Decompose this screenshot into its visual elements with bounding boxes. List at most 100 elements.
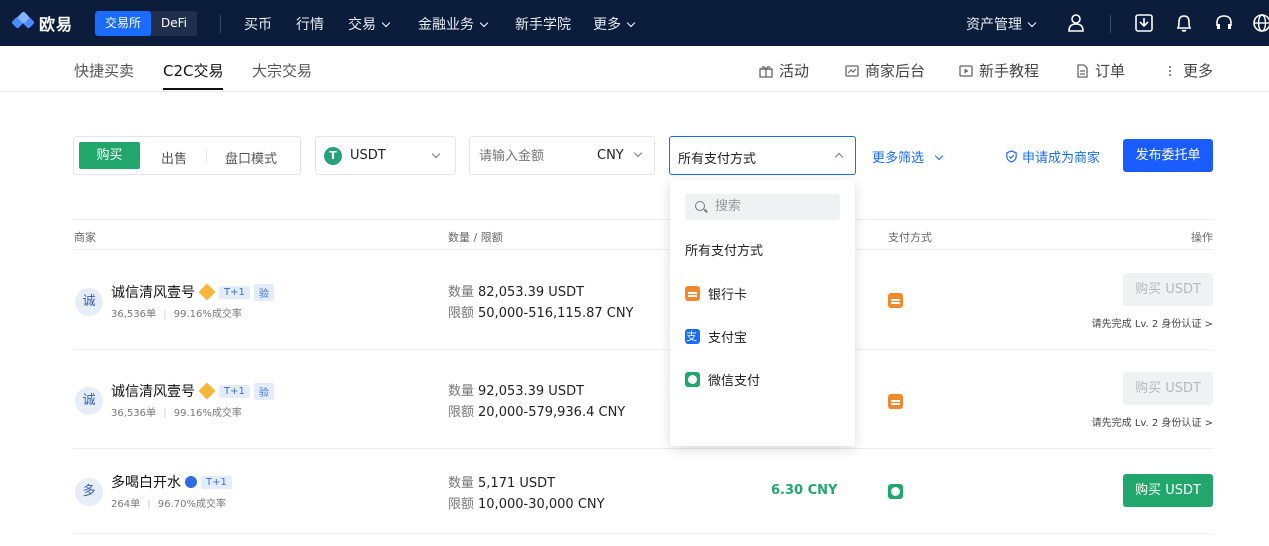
divider	[206, 148, 207, 164]
globe-icon[interactable]	[1252, 13, 1269, 33]
option-alipay[interactable]: 支付宝	[685, 327, 747, 346]
logo[interactable]: 欧易	[11, 11, 74, 34]
tab-buy[interactable]: 购买	[79, 142, 140, 169]
gift-icon	[759, 65, 773, 78]
tab-sell[interactable]: 出售	[161, 148, 187, 167]
user-icon[interactable]	[1066, 13, 1086, 33]
tab-c2c[interactable]: C2C交易	[163, 60, 224, 81]
quantity: 数量 82,053.39 USDT	[448, 285, 585, 300]
nav-trade[interactable]: 交易	[348, 14, 391, 34]
chart-window-icon	[845, 64, 859, 77]
divider	[1110, 15, 1111, 33]
tab-block-trade[interactable]: 大宗交易	[252, 60, 312, 81]
merchant-name[interactable]: 诚信清风壹号 T+1 验	[111, 282, 274, 302]
document-icon	[1077, 63, 1088, 78]
tab-quick-trade[interactable]: 快捷买卖	[74, 60, 134, 81]
divider	[220, 15, 221, 33]
play-icon	[959, 64, 973, 77]
active-tab-indicator	[163, 88, 223, 90]
badge-verified: 验	[253, 382, 274, 400]
quantity: 数量 92,053.39 USDT	[448, 384, 585, 399]
header-action: 操作	[1191, 231, 1213, 244]
trade-side-switch: 购买 出售 盘口模式	[73, 136, 301, 175]
tether-icon: T	[324, 147, 342, 165]
bank-card-icon	[888, 293, 903, 308]
option-all-payments[interactable]: 所有支付方式	[685, 240, 763, 259]
kyc-link[interactable]: 请先完成 Lv. 2 身份认证 >	[1092, 315, 1213, 330]
chevron-down-icon	[381, 18, 391, 28]
tab-orderbook-mode[interactable]: 盘口模式	[225, 148, 277, 167]
payment-method-select[interactable]: 所有支付方式	[669, 136, 856, 175]
table-row: 多 多喝白开水 T+1 264单 | 96.70%成交率 数量 5,171 USD…	[73, 449, 1213, 534]
nav-finance[interactable]: 金融业务	[418, 14, 489, 34]
payment-method-value: 所有支付方式	[678, 152, 757, 167]
dropdown-search[interactable]: 搜索	[685, 194, 840, 220]
chevron-down-icon	[1027, 18, 1037, 28]
table-header: 商家 数量 / 限额 支付方式 操作	[73, 219, 1213, 250]
top-nav: 欧易 交易所 DeFi 买币 行情 交易 金融业务 新手学院 更多 资产管理	[0, 0, 1269, 46]
avatar: 多	[75, 478, 103, 506]
buy-usdt-button[interactable]: 购买 USDT	[1123, 474, 1213, 507]
headset-icon[interactable]	[1214, 13, 1234, 33]
merchant-name[interactable]: 诚信清风壹号 T+1 验	[111, 381, 274, 401]
amount-input[interactable]	[479, 146, 589, 166]
shield-check-icon	[1006, 150, 1017, 163]
logo-text: 欧易	[39, 15, 74, 34]
buy-usdt-button[interactable]: 购买 USDT	[1123, 273, 1213, 306]
wechat-pay-icon	[888, 484, 903, 499]
option-wechat-pay[interactable]: 微信支付	[685, 370, 760, 389]
more-filters-link[interactable]: 更多筛选	[872, 147, 944, 166]
bank-card-icon	[888, 394, 903, 409]
verified-icon	[185, 476, 197, 488]
chevron-up-icon	[834, 152, 844, 162]
badge-t1: T+1	[219, 384, 250, 398]
chevron-down-icon	[431, 149, 441, 159]
alipay-icon	[685, 329, 700, 344]
nav-markets[interactable]: 行情	[296, 14, 324, 34]
limit: 限额 20,000-579,936.4 CNY	[448, 405, 626, 420]
chevron-down-icon	[626, 18, 636, 28]
apply-merchant-link[interactable]: 申请成为商家	[1005, 147, 1100, 166]
download-icon[interactable]	[1134, 13, 1154, 33]
nav-more[interactable]: 更多	[593, 14, 636, 34]
subnav-orders[interactable]: 订单	[1075, 60, 1125, 81]
nav-buy-crypto[interactable]: 买币	[244, 14, 272, 34]
platform-switch: 交易所 DeFi	[95, 11, 198, 36]
diamond-icon	[198, 283, 216, 301]
badge-t1: T+1	[219, 285, 250, 299]
nav-academy[interactable]: 新手学院	[515, 14, 571, 34]
badge-t1: T+1	[201, 475, 232, 489]
table-row: 诚 诚信清风壹号 T+1 验 36,536单 | 99.16%成交率 数量 82,…	[73, 251, 1213, 350]
avatar: 诚	[75, 387, 103, 415]
coin-value: USDT	[350, 148, 386, 163]
tab-exchange[interactable]: 交易所	[95, 11, 152, 36]
subnav-activity[interactable]: 活动	[759, 60, 809, 81]
payment-method-dropdown: 搜索 所有支付方式 银行卡 支付宝 微信支付	[670, 180, 855, 446]
search-icon	[695, 201, 705, 211]
quantity: 数量 5,171 USDT	[448, 476, 556, 491]
limit: 限额 50,000-516,115.87 CNY	[448, 306, 634, 321]
chevron-down-icon	[934, 151, 944, 161]
wechat-pay-icon	[685, 372, 700, 387]
okx-logo-icon	[11, 11, 35, 33]
coin-select[interactable]: T USDT	[315, 136, 456, 175]
subnav-tutorial[interactable]: 新手教程	[959, 60, 1039, 81]
option-bank-card[interactable]: 银行卡	[685, 284, 747, 303]
bank-card-icon	[685, 286, 700, 301]
buy-usdt-button[interactable]: 购买 USDT	[1123, 372, 1213, 405]
subnav-more[interactable]: 更多	[1163, 60, 1213, 81]
more-vertical-icon	[1169, 65, 1171, 76]
bell-icon[interactable]	[1174, 13, 1194, 33]
subnav-merchant-backend[interactable]: 商家后台	[845, 60, 925, 81]
nav-asset-management[interactable]: 资产管理	[966, 14, 1037, 34]
table-row: 诚 诚信清风壹号 T+1 验 36,536单 | 99.16%成交率 数量 92,…	[73, 350, 1213, 449]
merchant-name[interactable]: 多喝白开水 T+1	[111, 472, 232, 492]
badge-verified: 验	[253, 283, 274, 301]
post-ad-button[interactable]: 发布委托单	[1123, 139, 1213, 172]
kyc-link[interactable]: 请先完成 Lv. 2 身份认证 >	[1092, 414, 1213, 429]
header-merchant: 商家	[74, 231, 96, 244]
chevron-down-icon	[633, 148, 643, 158]
limit: 限额 10,000-30,000 CNY	[448, 497, 605, 512]
currency-select[interactable]: CNY	[597, 148, 643, 163]
tab-defi[interactable]: DeFi	[151, 11, 197, 36]
